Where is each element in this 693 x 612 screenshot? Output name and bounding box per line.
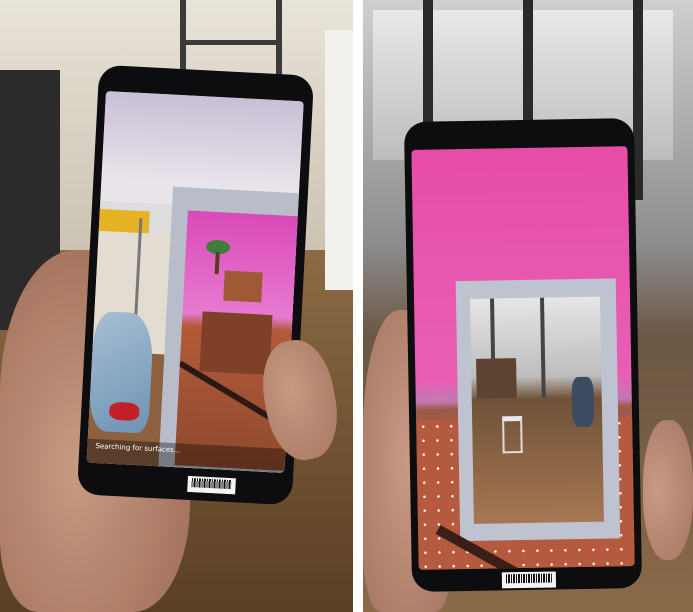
stacked-boxes [476,358,517,399]
chair [571,376,595,428]
terrain-block [199,311,273,375]
barcode-sticker [501,571,557,589]
right-photo [363,0,693,612]
fingers [643,420,693,560]
white-door [325,30,353,290]
smartphone [403,118,643,592]
stool [502,416,523,454]
left-photo: Searching for surfaces... [0,0,353,612]
phone-screen [411,146,635,570]
ar-portal-view [470,296,604,524]
barcode-sticker [187,475,236,495]
terrain-block [223,270,263,303]
window-frame-bar [540,297,546,398]
tree-trunk [214,252,220,275]
red-shoe [108,401,140,422]
